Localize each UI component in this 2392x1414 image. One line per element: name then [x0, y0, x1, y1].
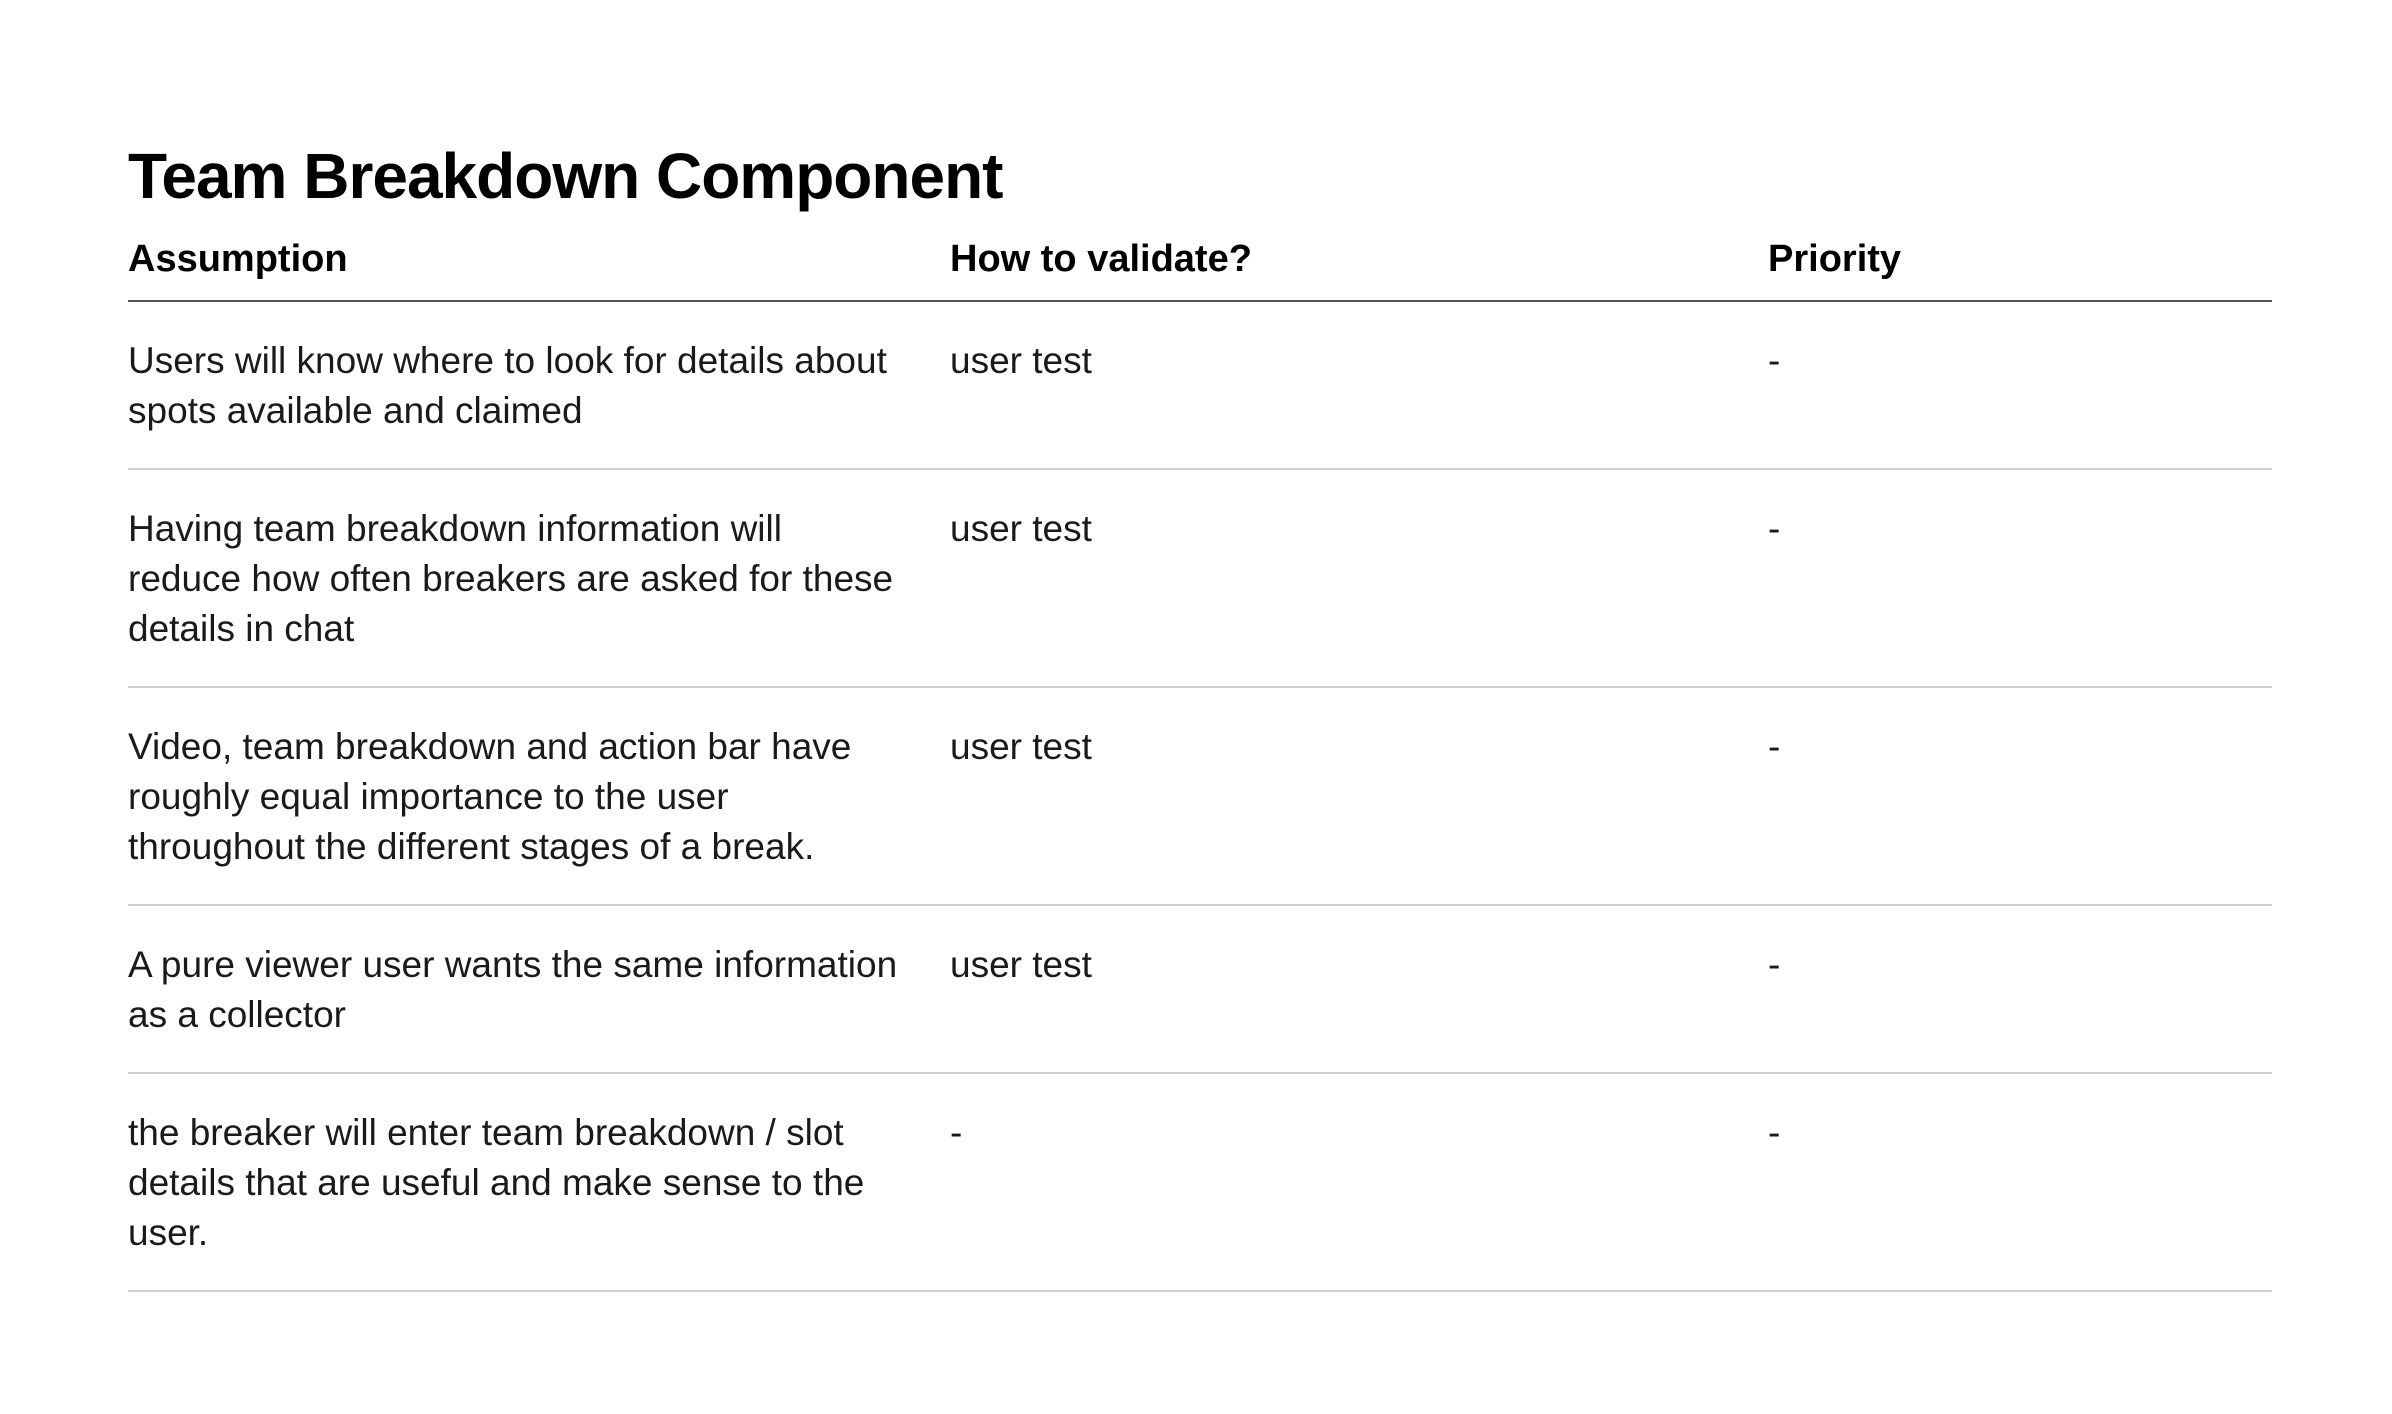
- validate-cell: user test: [950, 905, 1768, 1074]
- validate-cell: user test: [950, 301, 1768, 470]
- assumption-text: Video, team breakdown and action bar hav…: [128, 726, 852, 867]
- assumption-cell: Users will know where to look for detail…: [128, 301, 950, 470]
- table-row: the breaker will enter team breakdown / …: [128, 1073, 2272, 1292]
- validate-cell: user test: [950, 687, 1768, 906]
- table-row: Having team breakdown information will r…: [128, 469, 2272, 688]
- column-header-priority: Priority: [1768, 234, 2272, 302]
- validate-cell: user test: [950, 469, 1768, 688]
- assumptions-table: Assumption How to validate? Priority Use…: [128, 234, 2272, 1292]
- table-header-row: Assumption How to validate? Priority: [128, 234, 2272, 302]
- table-row: A pure viewer user wants the same inform…: [128, 905, 2272, 1074]
- document-page: Team Breakdown Component Assumption How …: [128, 128, 2272, 1292]
- assumption-text: the breaker will enter team breakdown / …: [128, 1112, 865, 1253]
- priority-cell: -: [1768, 301, 2272, 470]
- assumption-cell: the breaker will enter team breakdown / …: [128, 1073, 950, 1292]
- assumption-text: Having team breakdown information will r…: [128, 508, 894, 649]
- priority-cell: -: [1768, 1073, 2272, 1292]
- priority-cell: -: [1768, 469, 2272, 688]
- assumption-text: Users will know where to look for detail…: [128, 340, 887, 431]
- priority-cell: -: [1768, 687, 2272, 906]
- column-header-assumption: Assumption: [128, 234, 950, 302]
- assumption-text: A pure viewer user wants the same inform…: [128, 944, 898, 1035]
- priority-cell: -: [1768, 905, 2272, 1074]
- assumption-cell: A pure viewer user wants the same inform…: [128, 905, 950, 1074]
- assumption-cell: Having team breakdown information will r…: [128, 469, 950, 688]
- table-row: Video, team breakdown and action bar hav…: [128, 687, 2272, 906]
- table-row: Users will know where to look for detail…: [128, 301, 2272, 470]
- validate-cell: -: [950, 1073, 1768, 1292]
- column-header-how-to-validate: How to validate?: [950, 234, 1768, 302]
- assumption-cell: Video, team breakdown and action bar hav…: [128, 687, 950, 906]
- page-title: Team Breakdown Component: [128, 140, 1003, 212]
